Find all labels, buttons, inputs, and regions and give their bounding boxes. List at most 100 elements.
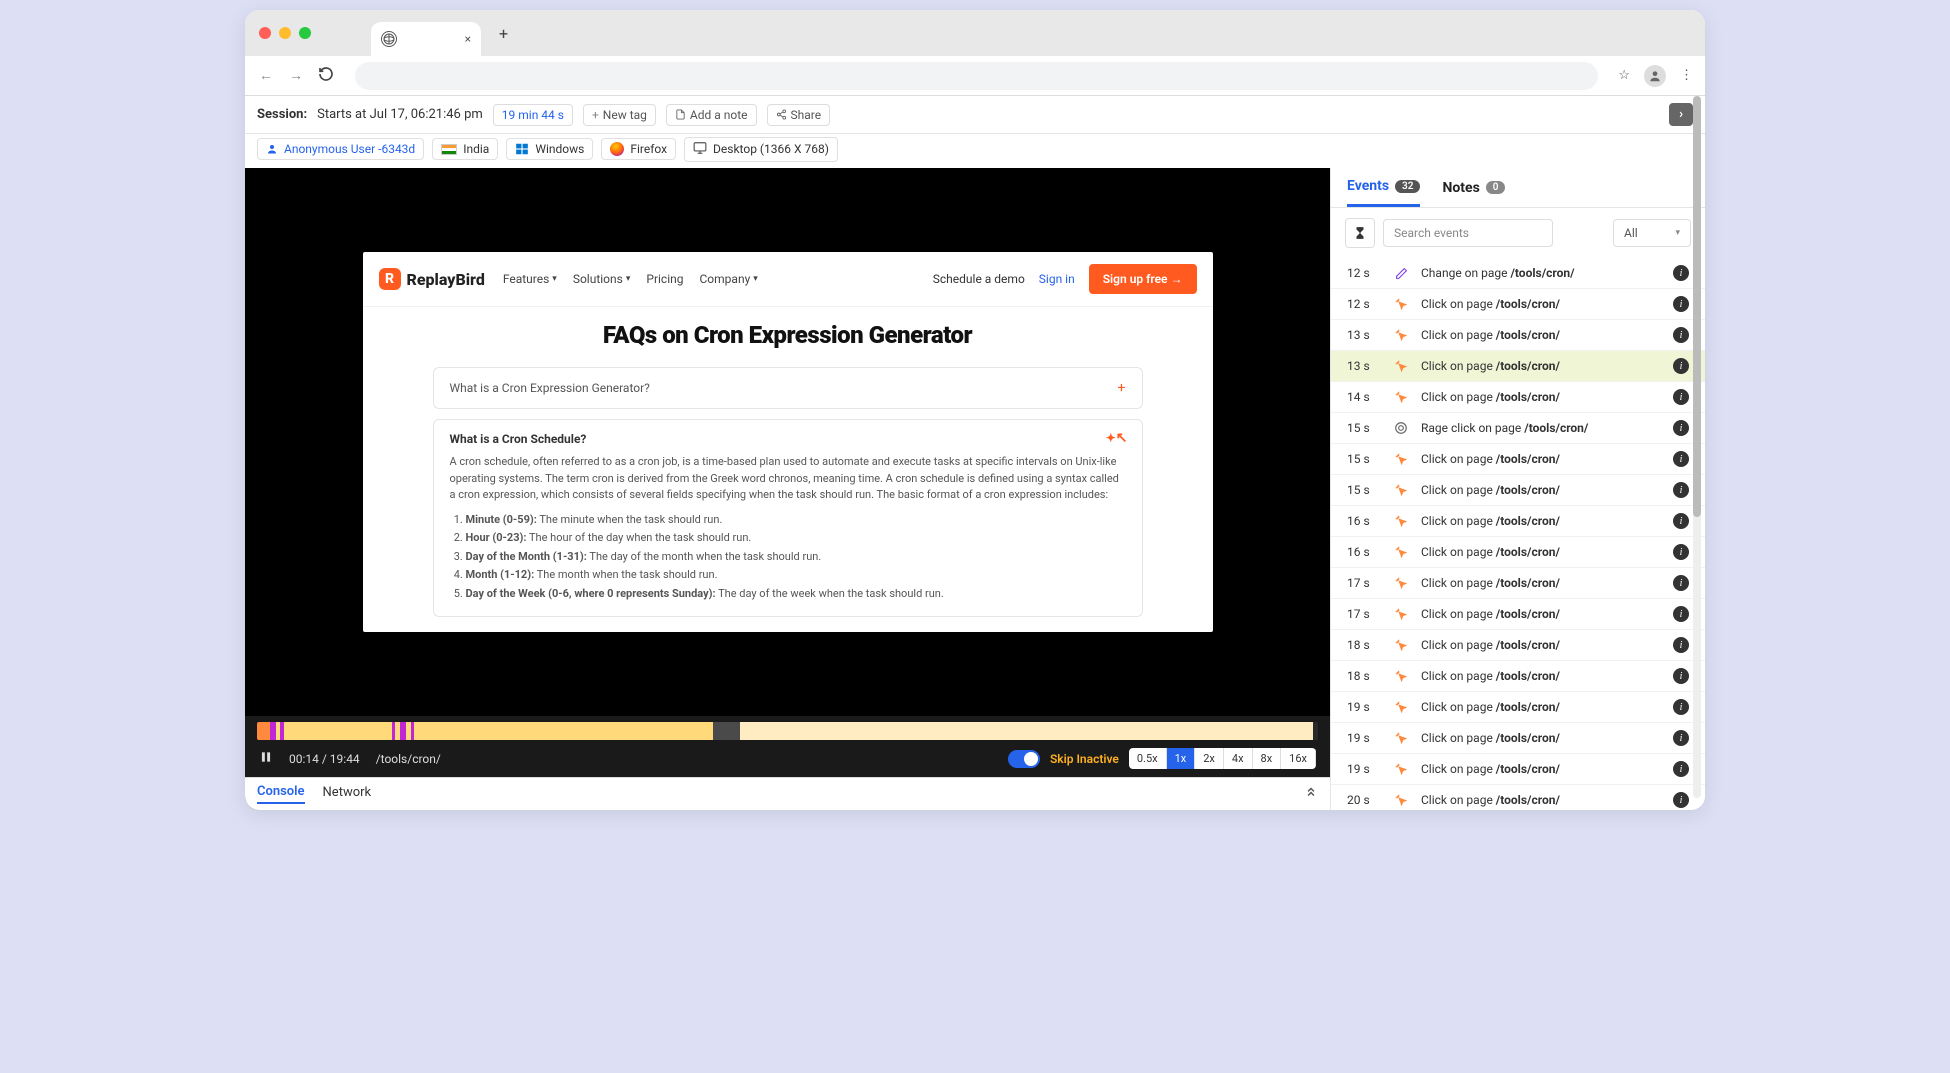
event-description: Change on page /tools/cron/ xyxy=(1421,266,1661,280)
event-info-icon[interactable]: i xyxy=(1673,513,1689,529)
tab-close-icon[interactable]: × xyxy=(465,32,471,46)
timeline[interactable]: 00:14 / 19:44 /tools/cron/ Skip Inactive… xyxy=(245,716,1330,777)
event-info-icon[interactable]: i xyxy=(1673,544,1689,560)
event-row[interactable]: 20 sClick on page /tools/cron/i xyxy=(1331,785,1705,810)
browser-toolbar: ← → ☆ ⋮ xyxy=(245,56,1705,96)
new-tag-button[interactable]: +New tag xyxy=(583,104,656,126)
faq-item-1[interactable]: What is a Cron Expression Generator? + xyxy=(433,367,1143,409)
event-list[interactable]: 12 sChange on page /tools/cron/i12 sClic… xyxy=(1331,258,1705,810)
event-info-icon[interactable]: i xyxy=(1673,730,1689,746)
event-info-icon[interactable]: i xyxy=(1673,296,1689,312)
events-filter-select[interactable]: All▾ xyxy=(1613,219,1691,247)
browser-menu-icon[interactable]: ⋮ xyxy=(1680,68,1693,83)
event-row[interactable]: 15 sClick on page /tools/cron/i xyxy=(1331,444,1705,475)
nav-forward-button[interactable]: → xyxy=(287,67,305,84)
skip-inactive-toggle[interactable] xyxy=(1008,750,1040,768)
player-column: R ReplayBird Features ▾ Solutions ▾ Pric… xyxy=(245,168,1330,810)
logo-mark-icon: R xyxy=(379,268,401,290)
event-row[interactable]: 19 sClick on page /tools/cron/i xyxy=(1331,754,1705,785)
event-info-icon[interactable]: i xyxy=(1673,389,1689,405)
nav-reload-button[interactable] xyxy=(317,66,335,86)
event-row[interactable]: 14 sClick on page /tools/cron/i xyxy=(1331,382,1705,413)
event-description: Click on page /tools/cron/ xyxy=(1421,483,1661,497)
page-scrollbar[interactable] xyxy=(1693,96,1701,798)
event-row[interactable]: 16 sClick on page /tools/cron/i xyxy=(1331,537,1705,568)
profile-avatar-icon[interactable] xyxy=(1644,65,1666,87)
desktop-icon xyxy=(693,141,707,158)
event-info-icon[interactable]: i xyxy=(1673,420,1689,436)
event-row[interactable]: 13 sClick on page /tools/cron/i xyxy=(1331,351,1705,382)
event-row[interactable]: 18 sClick on page /tools/cron/i xyxy=(1331,630,1705,661)
window-maximize-icon[interactable] xyxy=(299,27,311,39)
click-icon xyxy=(1393,576,1409,590)
os-chip: Windows xyxy=(506,138,593,160)
event-info-icon[interactable]: i xyxy=(1673,575,1689,591)
nav-company[interactable]: Company ▾ xyxy=(700,272,758,286)
nav-back-button[interactable]: ← xyxy=(257,67,275,84)
event-info-icon[interactable]: i xyxy=(1673,482,1689,498)
event-info-icon[interactable]: i xyxy=(1673,265,1689,281)
browser-tab[interactable]: × xyxy=(371,22,481,56)
signin-link[interactable]: Sign in xyxy=(1039,272,1075,286)
pause-button[interactable] xyxy=(259,750,273,767)
event-info-icon[interactable]: i xyxy=(1673,792,1689,808)
new-tab-button[interactable]: + xyxy=(499,24,508,43)
schedule-demo-link[interactable]: Schedule a demo xyxy=(933,272,1025,286)
event-info-icon[interactable]: i xyxy=(1673,451,1689,467)
window-minimize-icon[interactable] xyxy=(279,27,291,39)
search-events-input[interactable]: Search events xyxy=(1383,219,1553,247)
nav-features[interactable]: Features ▾ xyxy=(503,272,557,286)
event-row[interactable]: 17 sClick on page /tools/cron/i xyxy=(1331,568,1705,599)
events-tab[interactable]: Events 32 xyxy=(1347,178,1420,207)
event-time: 15 s xyxy=(1347,421,1381,435)
speed-0.5x[interactable]: 0.5x xyxy=(1129,748,1167,769)
event-row[interactable]: 19 sClick on page /tools/cron/i xyxy=(1331,692,1705,723)
speed-8x[interactable]: 8x xyxy=(1253,748,1282,769)
event-time: 18 s xyxy=(1347,669,1381,683)
click-icon xyxy=(1393,390,1409,404)
share-button[interactable]: Share xyxy=(767,104,831,126)
notes-tab[interactable]: Notes 0 xyxy=(1442,178,1505,207)
nav-solutions[interactable]: Solutions ▾ xyxy=(573,272,631,286)
event-info-icon[interactable]: i xyxy=(1673,668,1689,684)
collapse-panel-button[interactable]: › xyxy=(1669,103,1693,126)
click-icon xyxy=(1393,607,1409,621)
speed-1x[interactable]: 1x xyxy=(1167,748,1196,769)
event-info-icon[interactable]: i xyxy=(1673,637,1689,653)
event-row[interactable]: 19 sClick on page /tools/cron/i xyxy=(1331,723,1705,754)
add-note-button[interactable]: Add a note xyxy=(666,104,757,126)
event-info-icon[interactable]: i xyxy=(1673,358,1689,374)
event-description: Rage click on page /tools/cron/ xyxy=(1421,421,1661,435)
event-row[interactable]: 13 sClick on page /tools/cron/i xyxy=(1331,320,1705,351)
window-close-icon[interactable] xyxy=(259,27,271,39)
click-icon xyxy=(1393,545,1409,559)
network-tab[interactable]: Network xyxy=(323,785,372,803)
address-bar[interactable] xyxy=(355,62,1598,90)
speed-16x[interactable]: 16x xyxy=(1281,748,1316,769)
event-row[interactable]: 16 sClick on page /tools/cron/i xyxy=(1331,506,1705,537)
event-row[interactable]: 17 sClick on page /tools/cron/i xyxy=(1331,599,1705,630)
devtools-tabs: Console Network xyxy=(245,777,1330,810)
speed-4x[interactable]: 4x xyxy=(1224,748,1253,769)
event-info-icon[interactable]: i xyxy=(1673,606,1689,622)
faq-item-2[interactable]: What is a Cron Schedule? ✦↖ A cron sched… xyxy=(433,419,1143,617)
bookmark-star-icon[interactable]: ☆ xyxy=(1618,68,1630,83)
event-time: 13 s xyxy=(1347,328,1381,342)
click-icon xyxy=(1393,669,1409,683)
event-info-icon[interactable]: i xyxy=(1673,761,1689,777)
event-info-icon[interactable]: i xyxy=(1673,699,1689,715)
console-tab[interactable]: Console xyxy=(257,784,305,804)
timeline-filter-icon[interactable] xyxy=(1345,218,1375,248)
event-row[interactable]: 15 sClick on page /tools/cron/i xyxy=(1331,475,1705,506)
speed-2x[interactable]: 2x xyxy=(1195,748,1224,769)
event-time: 17 s xyxy=(1347,576,1381,590)
devtools-collapse-icon[interactable] xyxy=(1304,785,1318,803)
event-row[interactable]: 18 sClick on page /tools/cron/i xyxy=(1331,661,1705,692)
event-info-icon[interactable]: i xyxy=(1673,327,1689,343)
nav-pricing[interactable]: Pricing xyxy=(646,272,683,286)
event-row[interactable]: 12 sChange on page /tools/cron/i xyxy=(1331,258,1705,289)
signup-button[interactable]: Sign up free → xyxy=(1089,264,1197,294)
user-chip[interactable]: Anonymous User -6343d xyxy=(257,138,424,160)
event-row[interactable]: 15 s Rage click on page /tools/cron/i xyxy=(1331,413,1705,444)
event-row[interactable]: 12 sClick on page /tools/cron/i xyxy=(1331,289,1705,320)
